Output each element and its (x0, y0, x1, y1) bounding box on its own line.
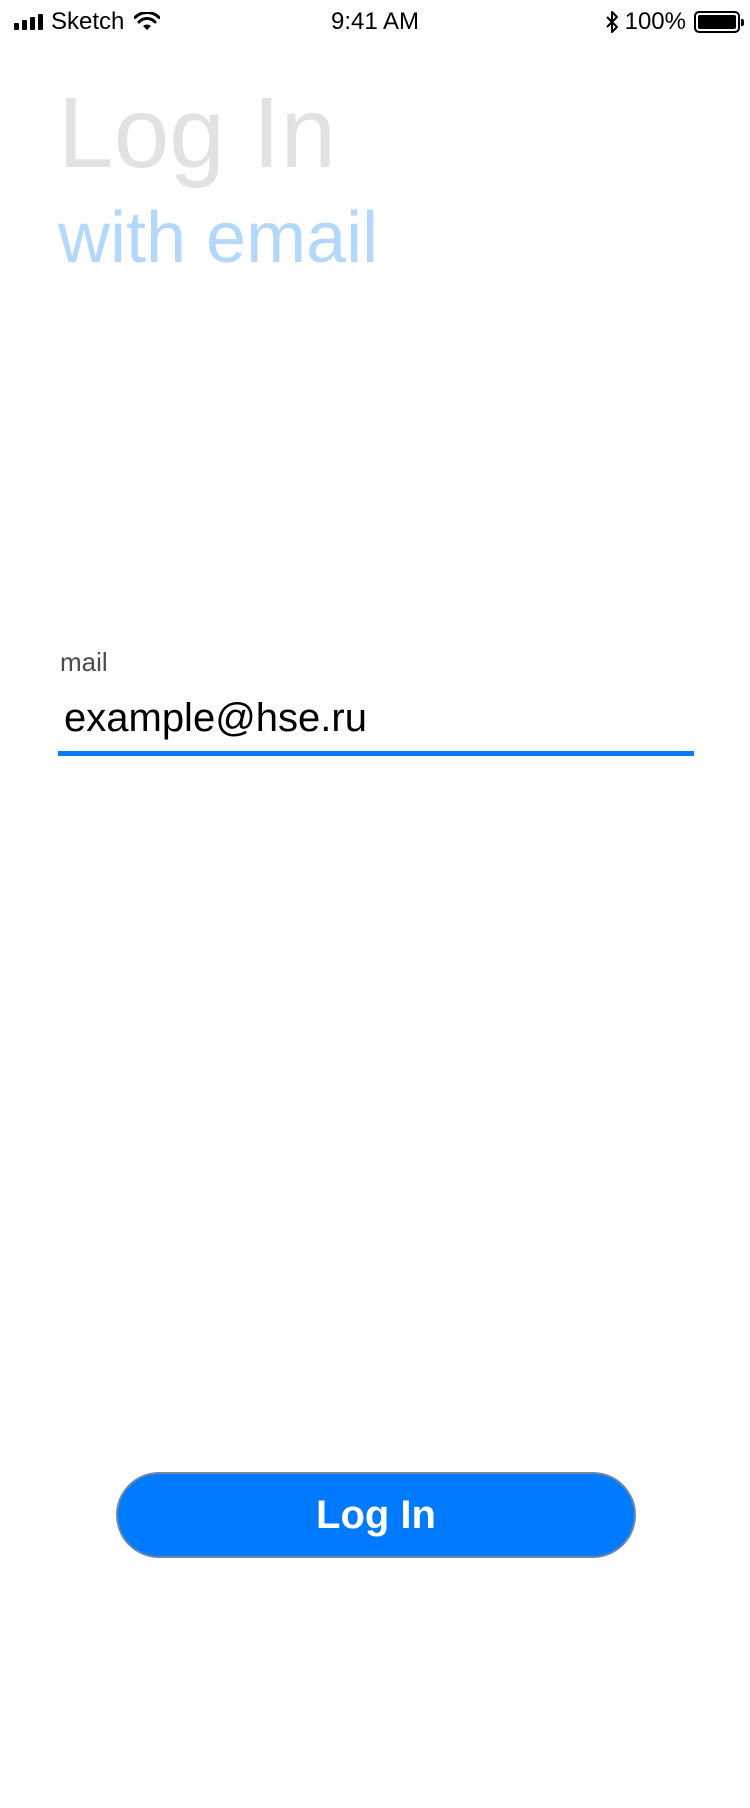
email-field-label: mail (60, 647, 108, 677)
page-title: Log In (58, 77, 337, 189)
battery-icon (694, 11, 744, 33)
bluetooth-icon (605, 10, 619, 34)
status-bar: Sketch 9:41 AM 100% (0, 0, 750, 44)
login-screen: Sketch 9:41 AM 100% Log In with email ma… (0, 0, 750, 1808)
email-field[interactable] (58, 686, 694, 756)
battery-percent: 100% (624, 8, 686, 35)
page-subtitle: with email (58, 198, 379, 278)
login-button[interactable]: Log In (116, 1472, 636, 1558)
status-right: 100% (605, 8, 744, 36)
